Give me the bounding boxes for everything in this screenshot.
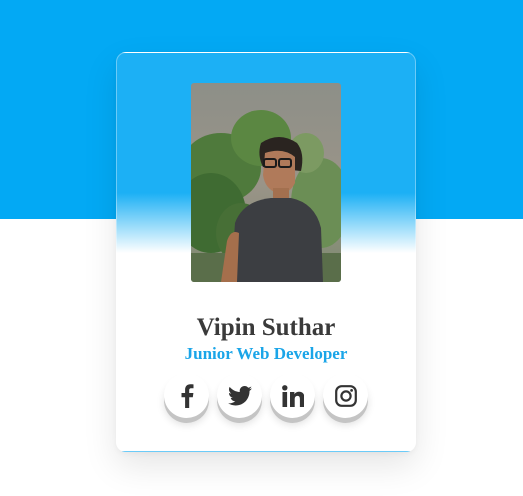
twitter-button[interactable] [217, 373, 262, 418]
profile-photo [191, 83, 341, 282]
social-links [164, 373, 370, 423]
facebook-button[interactable] [164, 373, 209, 418]
linkedin-icon [281, 384, 304, 407]
twitter-icon [227, 385, 252, 405]
profile-card: Vipin Suthar Junior Web Developer [116, 52, 416, 452]
profile-name: Vipin Suthar [196, 314, 336, 341]
profile-role: Junior Web Developer [184, 344, 348, 363]
instagram-button[interactable] [323, 373, 368, 418]
facebook-icon [181, 383, 193, 408]
instagram-icon [334, 384, 357, 407]
linkedin-button[interactable] [270, 373, 315, 418]
